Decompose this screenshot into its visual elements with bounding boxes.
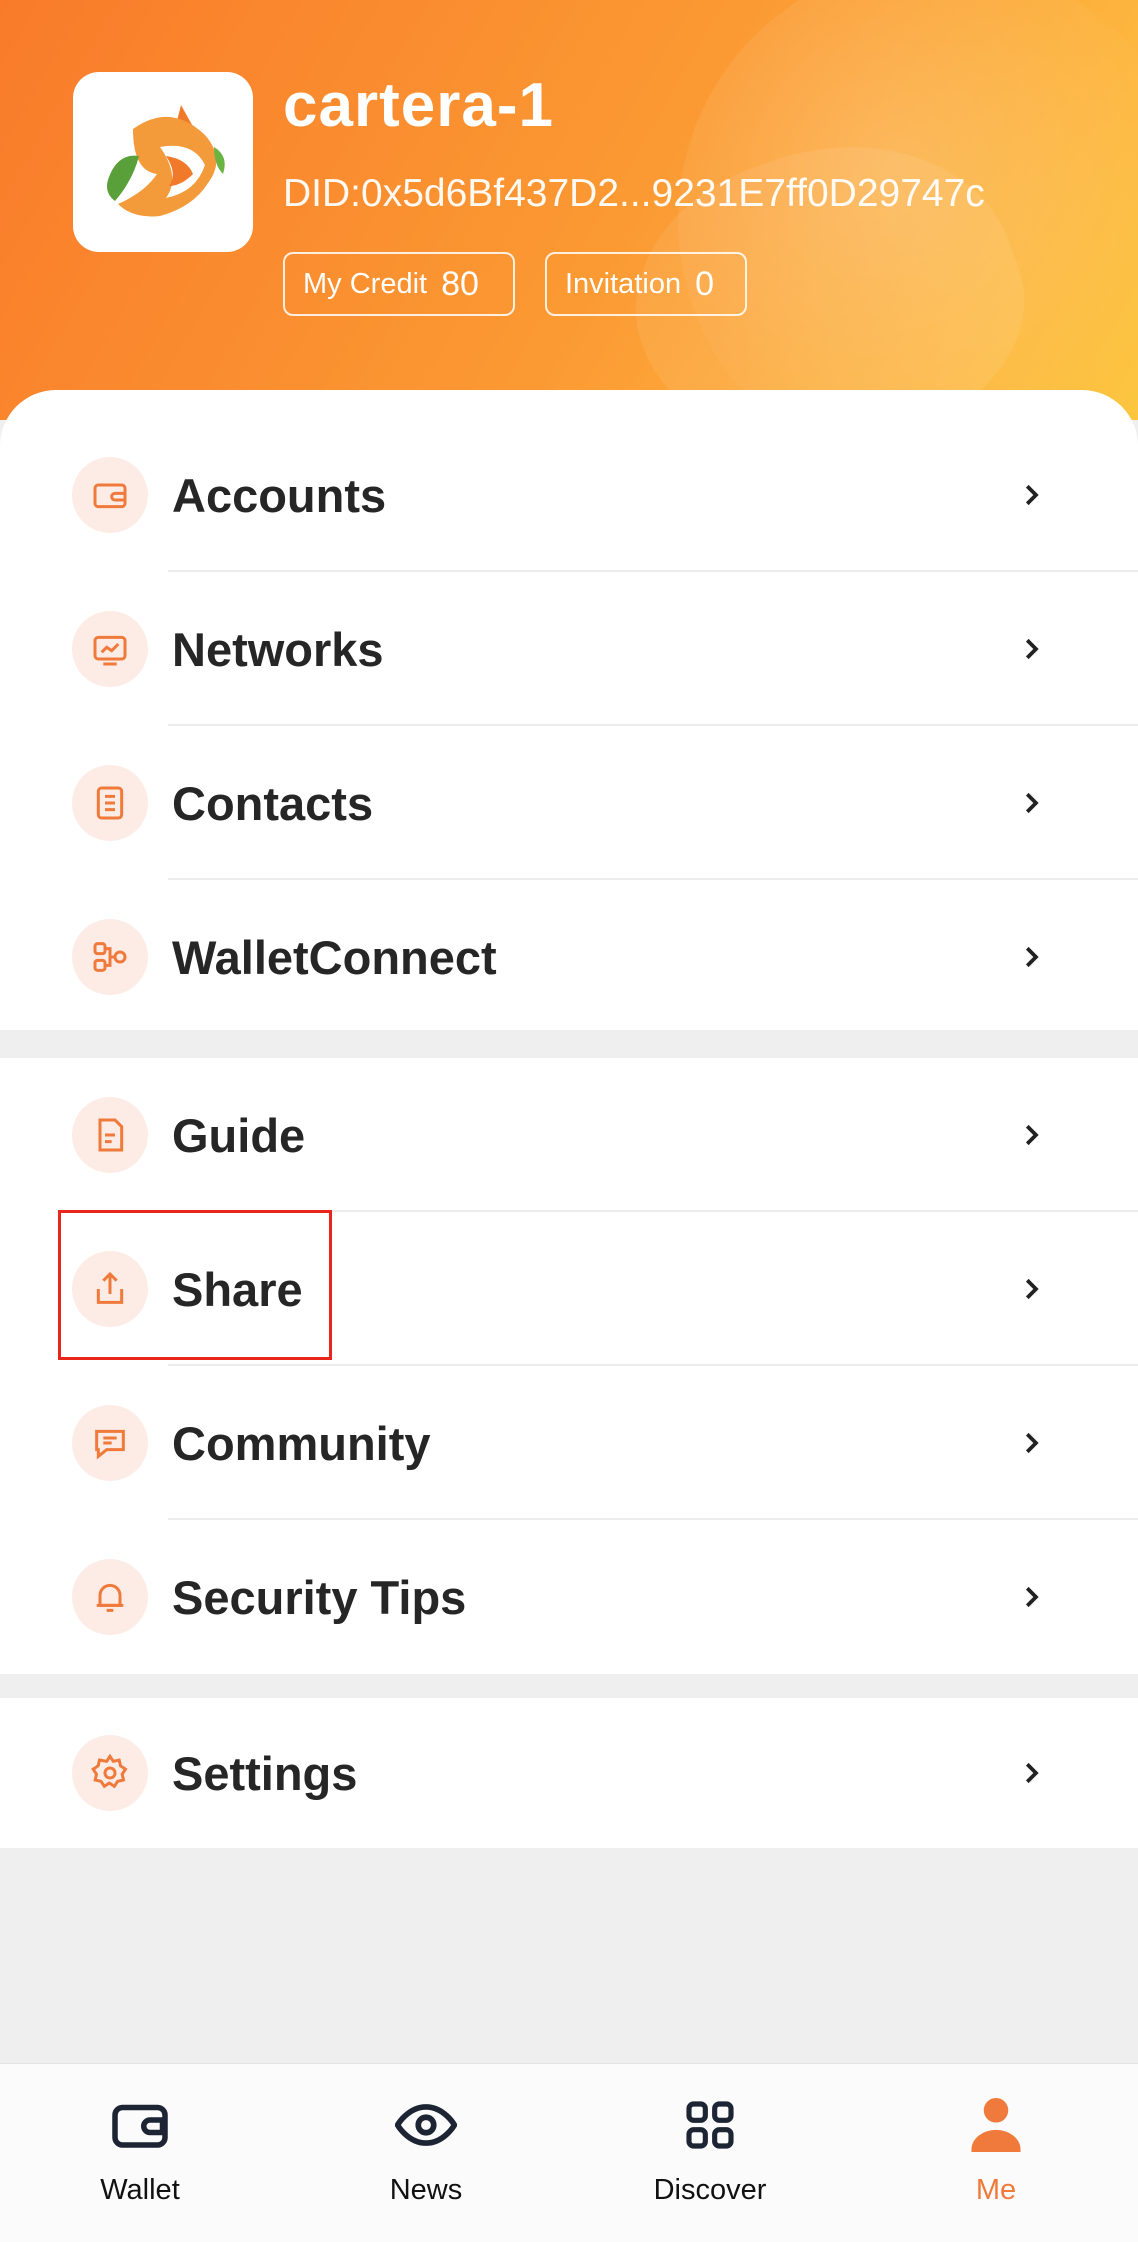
person-icon xyxy=(965,2094,1027,2156)
monitor-chart-icon xyxy=(72,611,148,687)
menu-label: Networks xyxy=(172,622,384,676)
avatar[interactable] xyxy=(73,72,253,252)
menu-item-security-tips[interactable]: Security Tips xyxy=(0,1520,1138,1674)
wallet-icon xyxy=(109,2094,171,2156)
link-nodes-icon xyxy=(72,919,148,995)
tab-wallet-label: Wallet xyxy=(100,2174,180,2206)
chevron-right-icon xyxy=(1025,484,1039,506)
chevron-right-icon xyxy=(1025,1124,1039,1146)
tab-discover[interactable]: Discover xyxy=(610,2064,810,2242)
tab-wallet[interactable]: Wallet xyxy=(40,2064,240,2242)
profile-header: cartera-1 DID:0x5d6Bf437D2...9231E7ff0D2… xyxy=(0,0,1138,420)
chevron-right-icon xyxy=(1025,1586,1039,1608)
tab-me[interactable]: Me xyxy=(896,2064,1096,2242)
menu-group-3: Settings xyxy=(0,1698,1138,1848)
did-address[interactable]: DID:0x5d6Bf437D2...9231E7ff0D29747c xyxy=(283,172,985,216)
menu-item-guide[interactable]: Guide xyxy=(0,1058,1138,1212)
menu-item-networks[interactable]: Networks xyxy=(0,572,1138,726)
menu-label: WalletConnect xyxy=(172,930,497,984)
menu-item-contacts[interactable]: Contacts xyxy=(0,726,1138,880)
chevron-right-icon xyxy=(1025,1278,1039,1300)
tab-news-label: News xyxy=(389,2174,463,2206)
menu-item-accounts[interactable]: Accounts xyxy=(0,418,1138,572)
my-credit-label: My Credit xyxy=(303,267,428,300)
fox-logo-icon xyxy=(107,105,225,217)
menu-group-1: Accounts Networks Contacts WalletConnect xyxy=(0,390,1138,1030)
tab-discover-label: Discover xyxy=(653,2174,767,2206)
grid-icon xyxy=(679,2094,741,2156)
menu-label: Community xyxy=(172,1416,431,1470)
chevron-right-icon xyxy=(1025,792,1039,814)
bell-icon xyxy=(72,1559,148,1635)
document-icon xyxy=(72,1097,148,1173)
share-highlight-box xyxy=(58,1210,332,1360)
chevron-right-icon xyxy=(1025,1762,1039,1784)
clipboard-list-icon xyxy=(72,765,148,841)
menu-item-community[interactable]: Community xyxy=(0,1366,1138,1520)
menu-label: Accounts xyxy=(172,468,387,522)
bottom-tab-bar: Wallet News Discover Me xyxy=(0,2063,1138,2242)
tab-news[interactable]: News xyxy=(326,2064,526,2242)
menu-item-settings[interactable]: Settings xyxy=(0,1698,1138,1848)
menu-label: Settings xyxy=(172,1746,358,1800)
invitation-badge[interactable]: Invitation 0 xyxy=(545,252,747,316)
eye-icon xyxy=(395,2094,457,2156)
invitation-value: 0 xyxy=(695,264,714,303)
chevron-right-icon xyxy=(1025,1432,1039,1454)
menu-group-2: Guide Share Community Security Tips xyxy=(0,1058,1138,1674)
menu-label: Contacts xyxy=(172,776,374,830)
invitation-label: Invitation xyxy=(565,267,682,300)
tab-me-label: Me xyxy=(975,2174,1017,2206)
chevron-right-icon xyxy=(1025,638,1039,660)
wallet-name[interactable]: cartera-1 xyxy=(283,70,554,141)
chat-icon xyxy=(72,1405,148,1481)
my-credit-badge[interactable]: My Credit 80 xyxy=(283,252,515,316)
wallet-icon xyxy=(72,457,148,533)
my-credit-value: 80 xyxy=(441,264,479,303)
menu-label: Guide xyxy=(172,1108,306,1162)
chevron-right-icon xyxy=(1025,946,1039,968)
gear-icon xyxy=(72,1735,148,1811)
menu-label: Security Tips xyxy=(172,1570,467,1624)
menu-item-walletconnect[interactable]: WalletConnect xyxy=(0,880,1138,1034)
